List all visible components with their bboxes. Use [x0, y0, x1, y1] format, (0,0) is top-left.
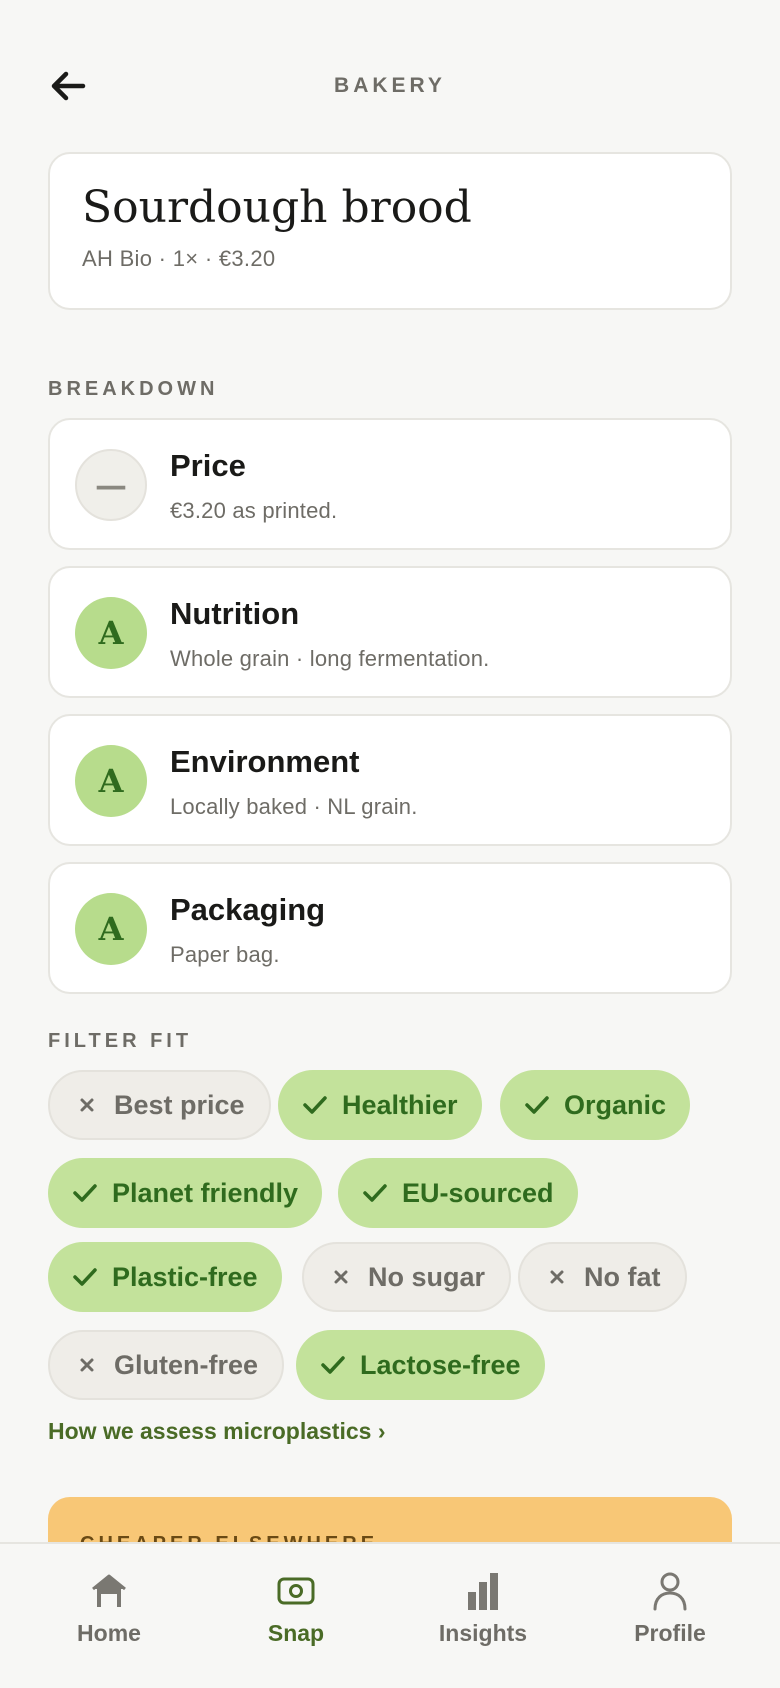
- check-icon: [318, 1354, 348, 1376]
- filter-chip-best-price[interactable]: Best price: [48, 1070, 271, 1140]
- filter-chip-organic[interactable]: Organic: [500, 1070, 691, 1140]
- tab-label: Insights: [438, 1620, 528, 1646]
- chip-label: EU-sourced: [402, 1177, 554, 1208]
- filter-chip-plastic-free[interactable]: Plastic-free: [48, 1242, 282, 1312]
- breakdown-desc: €3.20 as printed.: [170, 498, 338, 523]
- score-badge: A: [75, 893, 147, 965]
- filter-chip-lactose-free[interactable]: Lactose-free: [296, 1330, 545, 1400]
- check-icon: [300, 1094, 330, 1116]
- cross-icon: [542, 1268, 572, 1286]
- chip-label: No sugar: [368, 1261, 486, 1292]
- filter-chip-no-sugar[interactable]: No sugar: [302, 1242, 512, 1312]
- microplastics-link[interactable]: How we assess microplastics ›: [48, 1418, 386, 1445]
- check-icon: [70, 1182, 100, 1204]
- filter-chip-planet-friendly[interactable]: Planet friendly: [48, 1158, 323, 1228]
- tab-bar: Home Snap Insights Profile: [0, 1542, 780, 1688]
- cross-icon: [72, 1096, 102, 1114]
- person-icon: [653, 1572, 687, 1611]
- filter-chip-no-fat[interactable]: No fat: [518, 1242, 687, 1312]
- bar-chart-icon: [468, 1573, 498, 1610]
- page-title: BAKERY: [334, 74, 446, 97]
- tab-snap[interactable]: Snap: [221, 1570, 371, 1647]
- header: BAKERY: [0, 50, 780, 120]
- breakdown-desc: Whole grain · long fermentation.: [170, 646, 490, 671]
- breakdown-title: Nutrition: [170, 596, 300, 631]
- check-icon: [70, 1266, 100, 1288]
- breakdown-item-environment[interactable]: A Environment Locally baked · NL grain.: [48, 714, 732, 846]
- chip-label: Plastic-free: [112, 1261, 258, 1292]
- breakdown-desc: Locally baked · NL grain.: [170, 794, 418, 819]
- cross-icon: [72, 1356, 102, 1374]
- breakdown-title: Packaging: [170, 892, 326, 927]
- score-badge: A: [75, 745, 147, 817]
- check-icon: [360, 1182, 390, 1204]
- filter-chip-healthier[interactable]: Healthier: [278, 1070, 482, 1140]
- filter-fit-label: FILTER FIT: [48, 1030, 193, 1052]
- chip-label: Planet friendly: [112, 1177, 299, 1208]
- chip-label: Best price: [114, 1089, 245, 1120]
- breakdown-item-packaging[interactable]: A Packaging Paper bag.: [48, 862, 732, 994]
- chip-label: No fat: [584, 1261, 661, 1292]
- breakdown-title: Environment: [170, 744, 360, 779]
- cross-icon: [326, 1268, 356, 1286]
- product-card: Sourdough brood AH Bio · 1× · €3.20: [48, 152, 732, 310]
- tab-label: Profile: [634, 1620, 706, 1646]
- product-meta: AH Bio · 1× · €3.20: [82, 246, 276, 272]
- filter-chip-gluten-free[interactable]: Gluten-free: [48, 1330, 285, 1400]
- tab-insights[interactable]: Insights: [408, 1570, 558, 1647]
- tab-profile[interactable]: Profile: [595, 1570, 745, 1647]
- camera-icon: [277, 1577, 315, 1605]
- score-badge: A: [75, 597, 147, 669]
- tab-home[interactable]: Home: [34, 1570, 184, 1647]
- home-icon: [92, 1574, 126, 1607]
- tab-label: Snap: [267, 1620, 325, 1646]
- breakdown-item-nutrition[interactable]: A Nutrition Whole grain · long fermentat…: [48, 566, 732, 698]
- chip-label: Organic: [564, 1089, 667, 1120]
- breakdown-label: BREAKDOWN: [48, 378, 219, 400]
- chip-label: Gluten-free: [114, 1349, 259, 1380]
- breakdown-item-price[interactable]: — Price €3.20 as printed.: [48, 418, 732, 550]
- breakdown-title: Price: [170, 448, 246, 483]
- breakdown-desc: Paper bag.: [170, 942, 280, 967]
- tab-label: Home: [77, 1620, 141, 1646]
- score-badge: —: [75, 449, 147, 521]
- check-icon: [522, 1094, 552, 1116]
- filter-chip-eu-sourced[interactable]: EU-sourced: [338, 1158, 578, 1228]
- chip-label: Healthier: [342, 1089, 458, 1120]
- chip-label: Lactose-free: [360, 1349, 521, 1380]
- product-name: Sourdough brood: [82, 182, 472, 233]
